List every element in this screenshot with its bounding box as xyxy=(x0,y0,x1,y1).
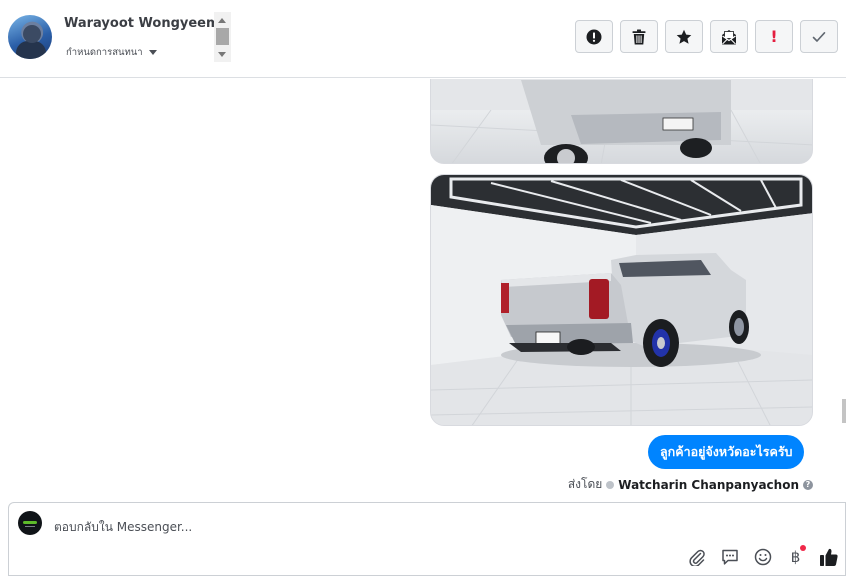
sender-name[interactable]: Watcharin Chanpanyachon xyxy=(618,478,799,492)
trash-icon xyxy=(632,29,646,44)
notification-dot xyxy=(800,545,806,551)
assign-conversation-dropdown[interactable]: กำหนดการสนทนา xyxy=(66,45,157,60)
scroll-thumb[interactable] xyxy=(216,28,229,45)
sent-by-label: ส่งโดย xyxy=(567,477,603,491)
truck-rear-photo xyxy=(431,175,812,425)
conversation-header: Warayoot Wongyeemor กำหนดการสนทนา xyxy=(0,0,846,78)
payment-button[interactable]: ฿ xyxy=(784,545,807,568)
conversation-actions: ! xyxy=(575,20,838,53)
messenger-inbox-view: Warayoot Wongyeemor กำหนดการสนทนา xyxy=(0,0,846,576)
message-thread[interactable]: ลูกค้าอยู่จังหวัดอะไรครับ ส่งโดย Watchar… xyxy=(0,79,846,499)
sent-by-info: ส่งโดย Watcharin Chanpanyachon ? xyxy=(568,475,813,494)
page-avatar xyxy=(18,511,42,535)
alert-circle-icon xyxy=(586,29,602,44)
scroll-up-arrow-icon[interactable] xyxy=(218,18,226,23)
like-button[interactable] xyxy=(817,545,840,568)
assign-conversation-label: กำหนดการสนทนา xyxy=(66,47,143,58)
sender-avatar-dot xyxy=(606,480,615,489)
smiley-icon xyxy=(754,548,771,565)
sent-message-bubble[interactable]: ลูกค้าอยู่จังหวัดอะไรครับ xyxy=(648,435,805,469)
contact-name[interactable]: Warayoot Wongyeemor xyxy=(64,16,214,31)
exclamation-icon: ! xyxy=(770,26,778,46)
check-icon xyxy=(812,31,826,42)
composer-tools: ฿ xyxy=(685,545,840,568)
scroll-down-arrow-icon[interactable] xyxy=(218,52,226,57)
attach-file-button[interactable] xyxy=(685,545,708,568)
contact-avatar[interactable] xyxy=(8,15,52,59)
star-icon xyxy=(676,29,692,44)
reply-composer: ตอบกลับใน Messenger... ฿ xyxy=(8,502,846,576)
important-button[interactable]: ! xyxy=(755,20,793,53)
chat-bubble-icon xyxy=(721,549,738,565)
emoji-button[interactable] xyxy=(751,545,774,568)
delete-button[interactable] xyxy=(620,20,658,53)
paperclip-icon xyxy=(688,549,705,566)
saved-replies-button[interactable] xyxy=(718,545,741,568)
mark-done-button[interactable] xyxy=(800,20,838,53)
caret-down-icon xyxy=(148,50,157,55)
mark-spam-button[interactable] xyxy=(575,20,613,53)
baht-icon: ฿ xyxy=(790,547,801,566)
help-icon[interactable]: ? xyxy=(803,479,813,490)
reply-input[interactable]: ตอบกลับใน Messenger... xyxy=(54,518,192,537)
mark-unread-button[interactable] xyxy=(710,20,748,53)
message-photo[interactable] xyxy=(430,174,813,426)
thread-scrollbar-thumb[interactable] xyxy=(842,399,846,423)
thumbs-up-icon xyxy=(819,548,838,566)
header-scrollbar[interactable] xyxy=(214,12,231,62)
truck-rear-photo xyxy=(431,79,812,163)
envelope-icon xyxy=(722,29,736,44)
message-photo[interactable] xyxy=(430,79,813,164)
star-button[interactable] xyxy=(665,20,703,53)
